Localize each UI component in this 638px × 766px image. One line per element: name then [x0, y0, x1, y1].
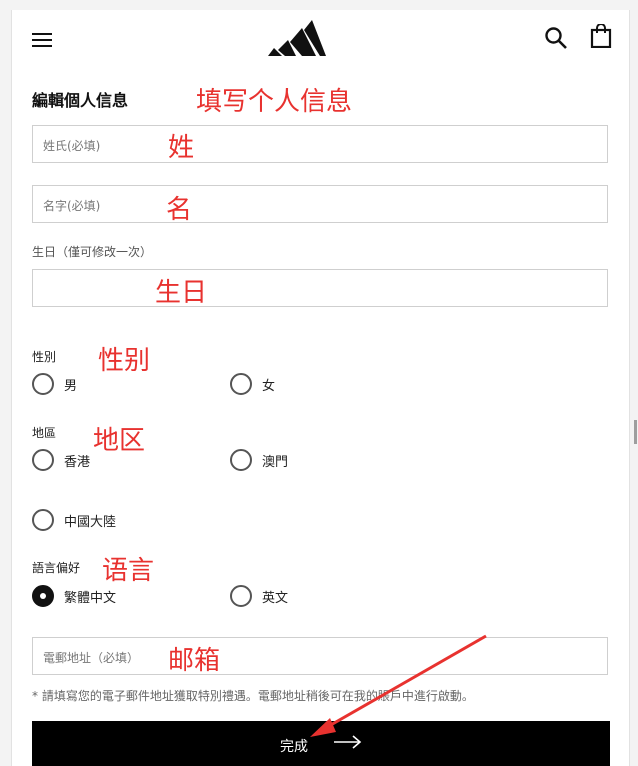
- page-frame: 編輯個人信息 填写个人信息 姓氏(必填) 姓 名字(必填) 名 生日（僅可修改一…: [11, 10, 630, 766]
- region-hongkong-radio[interactable]: 香港: [32, 449, 90, 471]
- birthday-field[interactable]: [32, 269, 608, 307]
- page-title: 編輯個人信息: [32, 91, 129, 110]
- gender-male-label: 男: [64, 378, 78, 394]
- birthday-label: 生日（僅可修改一次）: [32, 245, 153, 259]
- annotation-region: 地区: [93, 426, 146, 456]
- email-field[interactable]: 電郵地址（必填）: [32, 637, 608, 675]
- radio-circle[interactable]: [32, 449, 54, 471]
- submit-label: 完成: [280, 739, 308, 755]
- email-note: * 請填寫您的電子郵件地址獲取特別禮遇。電郵地址稍後可在我的賬戶中進行啟動。: [32, 689, 474, 703]
- last-name-field[interactable]: 姓氏(必填): [32, 125, 608, 163]
- language-english-label: 英文: [262, 590, 289, 606]
- site-header: [12, 10, 629, 72]
- language-label: 語言偏好: [32, 561, 81, 575]
- annotation-gender: 性别: [98, 346, 151, 376]
- first-name-placeholder: 名字(必填): [43, 199, 101, 213]
- first-name-field[interactable]: 名字(必填): [32, 185, 608, 223]
- hamburger-menu-icon[interactable]: [32, 33, 52, 47]
- email-placeholder: 電郵地址（必填）: [43, 651, 140, 665]
- radio-circle[interactable]: [32, 509, 54, 531]
- annotation-first-name: 名: [166, 195, 193, 225]
- search-icon[interactable]: [544, 26, 568, 50]
- region-mainland-label: 中國大陸: [64, 514, 117, 530]
- scrollbar-thumb[interactable]: [634, 420, 637, 444]
- radio-circle[interactable]: [230, 373, 252, 395]
- region-macau-label: 澳門: [262, 454, 289, 470]
- radio-circle-checked[interactable]: [32, 585, 54, 607]
- gender-label: 性別: [32, 350, 57, 364]
- radio-circle[interactable]: [32, 373, 54, 395]
- shopping-bag-icon[interactable]: [590, 24, 612, 48]
- annotation-birthday: 生日: [155, 278, 208, 308]
- region-mainland-radio[interactable]: 中國大陸: [32, 509, 116, 531]
- language-traditional-chinese-radio[interactable]: 繁體中文: [32, 585, 116, 607]
- last-name-placeholder: 姓氏(必填): [43, 139, 101, 153]
- adidas-logo[interactable]: [268, 20, 326, 56]
- region-hongkong-label: 香港: [64, 454, 91, 470]
- annotation-title: 填写个人信息: [196, 87, 353, 117]
- gender-male-radio[interactable]: 男: [32, 373, 77, 395]
- submit-button[interactable]: 完成: [32, 721, 610, 766]
- annotation-last-name: 姓: [168, 133, 195, 163]
- annotation-email: 邮箱: [168, 646, 221, 676]
- language-english-radio[interactable]: 英文: [230, 585, 288, 607]
- arrow-right-icon: [334, 735, 362, 749]
- annotation-language: 语言: [102, 556, 155, 586]
- gender-female-label: 女: [262, 378, 276, 394]
- region-macau-radio[interactable]: 澳門: [230, 449, 288, 471]
- region-label: 地區: [32, 426, 57, 440]
- language-traditional-chinese-label: 繁體中文: [64, 590, 117, 606]
- radio-circle[interactable]: [230, 585, 252, 607]
- radio-circle[interactable]: [230, 449, 252, 471]
- gender-female-radio[interactable]: 女: [230, 373, 275, 395]
